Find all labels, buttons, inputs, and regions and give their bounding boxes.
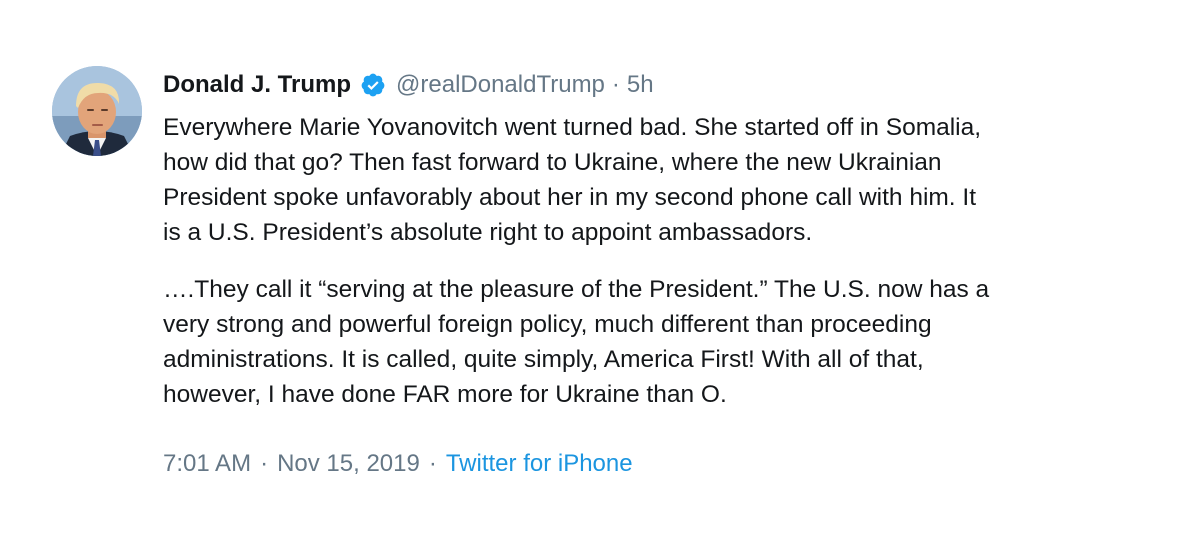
text-line: administrations. It is called, quite sim… <box>163 346 924 373</box>
verified-badge-icon <box>360 72 386 98</box>
text-line: ….They call it “serving at the pleasure … <box>163 276 990 303</box>
display-name[interactable]: Donald J. Trump <box>163 71 351 99</box>
text-line: Everywhere Marie Yovanovitch went turned… <box>163 114 982 141</box>
tweet-footer: 7:01 AM · Nov 15, 2019 · Twitter for iPh… <box>163 448 633 480</box>
user-handle[interactable]: @realDonaldTrump <box>396 71 605 99</box>
tweet-card: Donald J. Trump @realDonaldTrump · 5h Ev… <box>0 0 1198 542</box>
footer-separator: · <box>260 450 269 477</box>
relative-timestamp[interactable]: 5h <box>627 71 654 99</box>
text-line: however, I have done FAR more for Ukrain… <box>163 381 727 408</box>
text-line: President spoke unfavorably about her in… <box>163 184 977 211</box>
tweet-paragraph-1: Everywhere Marie Yovanovitch went turned… <box>163 110 1153 250</box>
header-separator: · <box>611 71 620 98</box>
text-line: how did that go? Then fast forward to Uk… <box>163 149 942 176</box>
tweet-source-link[interactable]: Twitter for iPhone <box>446 450 633 478</box>
tweet-paragraph-2: ….They call it “serving at the pleasure … <box>163 272 1153 412</box>
tweet-time[interactable]: 7:01 AM <box>163 450 251 478</box>
tweet-header: Donald J. Trump @realDonaldTrump · 5h <box>163 68 654 102</box>
text-line: is a U.S. President’s absolute right to … <box>163 219 813 246</box>
avatar[interactable] <box>52 66 142 156</box>
tweet-date[interactable]: Nov 15, 2019 <box>277 450 420 478</box>
avatar-photo <box>52 66 142 156</box>
footer-separator: · <box>428 450 437 477</box>
text-line: very strong and powerful foreign policy,… <box>163 311 932 338</box>
